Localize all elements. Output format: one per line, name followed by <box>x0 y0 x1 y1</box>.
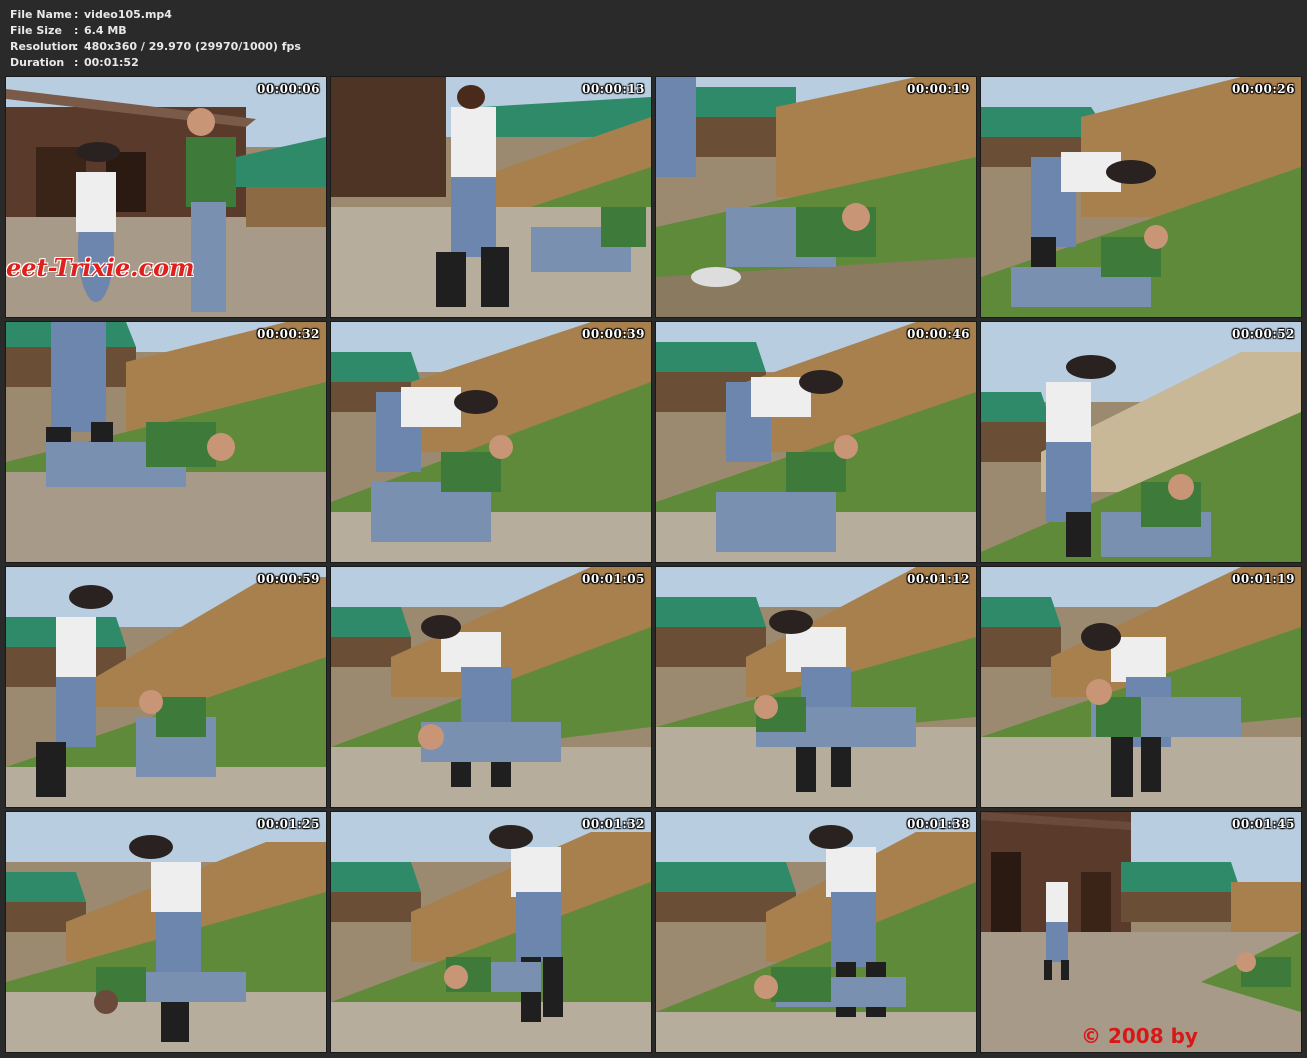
thumbnail-timestamp: 00:00:39 <box>582 327 645 341</box>
resolution-row: Resolution : 480x360 / 29.970 (29970/100… <box>10 39 301 55</box>
file-name-row: File Name : video105.mp4 <box>10 7 301 23</box>
thumbnail-timestamp: 00:00:52 <box>1232 327 1295 341</box>
duration-row: Duration : 00:01:52 <box>10 55 301 71</box>
thumbnail[interactable]: 00:00:46 <box>655 321 977 563</box>
thumbnail[interactable]: © 2008 by 00:01:45 <box>980 811 1302 1053</box>
file-name-label: File Name <box>10 8 72 21</box>
frame-scene <box>981 77 1301 317</box>
thumbnail[interactable]: 00:00:32 <box>5 321 327 563</box>
thumbnail-timestamp: 00:00:46 <box>907 327 970 341</box>
duration-value: 00:01:52 <box>84 56 139 69</box>
file-size-value: 6.4 MB <box>84 24 127 37</box>
thumbnail-grid: eet-Trixie.com 00:00:06 00:00:13 00:00:1… <box>5 76 1302 1053</box>
duration-label: Duration <box>10 56 65 69</box>
watermark-text: eet-Trixie.com <box>6 253 195 282</box>
frame-scene <box>331 567 651 807</box>
thumbnail[interactable]: 00:01:25 <box>5 811 327 1053</box>
copyright-text: © 2008 by <box>1081 1024 1198 1048</box>
thumbnail-timestamp: 00:01:19 <box>1232 572 1295 586</box>
frame-scene <box>656 812 976 1052</box>
thumbnail-timestamp: 00:00:19 <box>907 82 970 96</box>
thumbnail-timestamp: 00:01:12 <box>907 572 970 586</box>
resolution-separator: : <box>74 40 79 53</box>
thumbnail-timestamp: 00:00:59 <box>257 572 320 586</box>
frame-scene <box>981 812 1301 1052</box>
thumbnail-timestamp: 00:00:06 <box>257 82 320 96</box>
file-size-label: File Size <box>10 24 62 37</box>
file-name-separator: : <box>74 8 79 21</box>
frame-scene <box>656 322 976 562</box>
frame-scene <box>6 812 326 1052</box>
thumbnail[interactable]: 00:00:52 <box>980 321 1302 563</box>
thumbnail-timestamp: 00:00:26 <box>1232 82 1295 96</box>
thumbnail-timestamp: 00:00:13 <box>582 82 645 96</box>
frame-scene <box>656 567 976 807</box>
thumbnail[interactable]: eet-Trixie.com 00:00:06 <box>5 76 327 318</box>
file-name-value: video105.mp4 <box>84 8 172 21</box>
thumbnail[interactable]: 00:01:12 <box>655 566 977 808</box>
frame-scene <box>981 322 1301 562</box>
thumbnail[interactable]: 00:00:59 <box>5 566 327 808</box>
resolution-label: Resolution <box>10 40 77 53</box>
thumbnail-timestamp: 00:00:32 <box>257 327 320 341</box>
file-size-separator: : <box>74 24 79 37</box>
thumbnail-timestamp: 00:01:32 <box>582 817 645 831</box>
thumbnail[interactable]: 00:01:05 <box>330 566 652 808</box>
thumbnail[interactable]: 00:01:32 <box>330 811 652 1053</box>
thumbnail[interactable]: 00:01:38 <box>655 811 977 1053</box>
thumbnail[interactable]: 00:01:19 <box>980 566 1302 808</box>
frame-scene <box>6 322 326 562</box>
thumbnail[interactable]: 00:00:19 <box>655 76 977 318</box>
file-size-row: File Size : 6.4 MB <box>10 23 301 39</box>
thumbnail-timestamp: 00:01:25 <box>257 817 320 831</box>
frame-scene <box>981 567 1301 807</box>
frame-scene <box>331 812 651 1052</box>
resolution-value: 480x360 / 29.970 (29970/1000) fps <box>84 40 301 53</box>
thumbnail-timestamp: 00:01:45 <box>1232 817 1295 831</box>
thumbnail[interactable]: 00:00:39 <box>330 321 652 563</box>
frame-scene <box>331 322 651 562</box>
thumbnail[interactable]: 00:00:26 <box>980 76 1302 318</box>
file-info-header: File Name : video105.mp4 File Size : 6.4… <box>10 7 301 71</box>
thumbnail-timestamp: 00:01:05 <box>582 572 645 586</box>
frame-scene <box>6 567 326 807</box>
duration-separator: : <box>74 56 79 69</box>
thumbnail[interactable]: 00:00:13 <box>330 76 652 318</box>
frame-scene <box>656 77 976 317</box>
thumbnail-timestamp: 00:01:38 <box>907 817 970 831</box>
frame-scene <box>331 77 651 317</box>
